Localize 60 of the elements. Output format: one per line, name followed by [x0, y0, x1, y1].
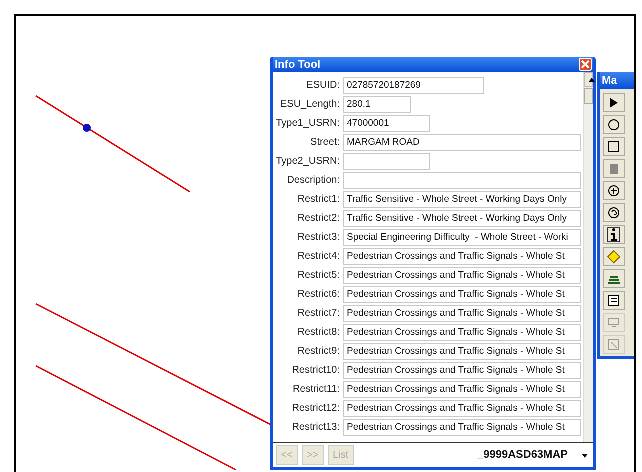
tool-button[interactable] — [603, 137, 625, 156]
field-label: Restrict4: — [296, 251, 341, 262]
text-field[interactable]: Pedestrian Crossings and Traffic Signals - Whole St — [343, 381, 581, 398]
scrollbar[interactable] — [583, 72, 593, 442]
point-marker — [83, 124, 91, 132]
info-icon — [606, 226, 622, 242]
text-field[interactable]: Pedestrian Crossings and Traffic Signals - Whole St — [343, 248, 581, 265]
field-label: Restrict9: — [296, 346, 341, 357]
text-field[interactable]: Special Engineering Difficulty - Whole Street - Worki — [343, 229, 581, 246]
field-label: Type1_USRN: — [275, 118, 341, 129]
field-label: Description: — [286, 175, 341, 186]
text-field[interactable]: Traffic Sensitive - Whole Street - Working Days Only — [343, 210, 581, 227]
square-icon — [606, 138, 622, 154]
tool-button[interactable] — [603, 203, 625, 222]
field-label: Restrict10: — [291, 365, 341, 376]
text-field[interactable]: Pedestrian Crossings and Traffic Signals - Whole St — [343, 419, 581, 436]
text-field[interactable]: Traffic Sensitive - Whole Street - Working Days Only — [343, 191, 581, 208]
field-label: Street: — [310, 137, 341, 148]
text-field[interactable]: Pedestrian Crossings and Traffic Signals - Whole St — [343, 286, 581, 303]
text-field[interactable]: Pedestrian Crossings and Traffic Signals - Whole St — [343, 343, 581, 360]
text-field[interactable] — [343, 172, 581, 189]
field-label: Restrict7: — [296, 308, 341, 319]
tool-button[interactable] — [603, 269, 625, 288]
field-label: Restrict8: — [296, 327, 341, 338]
tool-button[interactable] — [603, 115, 625, 134]
close-button[interactable] — [579, 58, 592, 71]
field-label: Restrict3: — [296, 232, 341, 243]
text-field[interactable]: Pedestrian Crossings and Traffic Signals - Whole St — [343, 324, 581, 341]
text-field[interactable]: Pedestrian Crossings and Traffic Signals - Whole St — [343, 267, 581, 284]
tool-button[interactable] — [603, 225, 625, 244]
text-field[interactable]: Pedestrian Crossings and Traffic Signals - Whole St — [343, 400, 581, 417]
text-field[interactable]: MARGAM ROAD — [343, 134, 581, 151]
diamond-icon — [606, 248, 622, 264]
text-field[interactable]: Pedestrian Crossings and Traffic Signals - Whole St — [343, 362, 581, 379]
field-label: Restrict5: — [296, 270, 341, 281]
zoom-in-icon — [606, 182, 622, 198]
text-field[interactable]: 02785720187269 — [343, 77, 484, 94]
field-label: Restrict2: — [296, 213, 341, 224]
scroll-thumb[interactable] — [584, 88, 593, 104]
field-label: Restrict1: — [296, 194, 341, 205]
tool-button[interactable] — [603, 93, 625, 112]
text-field[interactable]: Pedestrian Crossings and Traffic Signals - Whole St — [343, 305, 581, 322]
field-label: Restrict11: — [292, 384, 341, 395]
field-label: Type2_USRN: — [275, 156, 341, 167]
text-field[interactable]: 47000001 — [343, 115, 430, 132]
field-label: ESU_Length: — [280, 99, 341, 110]
field-label: Restrict12: — [291, 403, 341, 414]
list-icon — [606, 292, 622, 308]
window-title: Info Tool — [275, 58, 321, 70]
field-label: ESUID: — [306, 80, 341, 91]
text-field[interactable]: 280.1 — [343, 96, 411, 113]
layer-name: _9999ASD63MAP — [478, 449, 568, 461]
text-field[interactable] — [343, 153, 430, 170]
circle-icon — [606, 116, 622, 132]
window-title: Ma — [602, 74, 618, 86]
field-label: Restrict6: — [296, 289, 341, 300]
crossed-square-icon — [606, 336, 622, 352]
tool-button[interactable] — [603, 181, 625, 200]
field-label: Restrict13: — [291, 422, 341, 433]
tool-button[interactable] — [603, 291, 625, 310]
